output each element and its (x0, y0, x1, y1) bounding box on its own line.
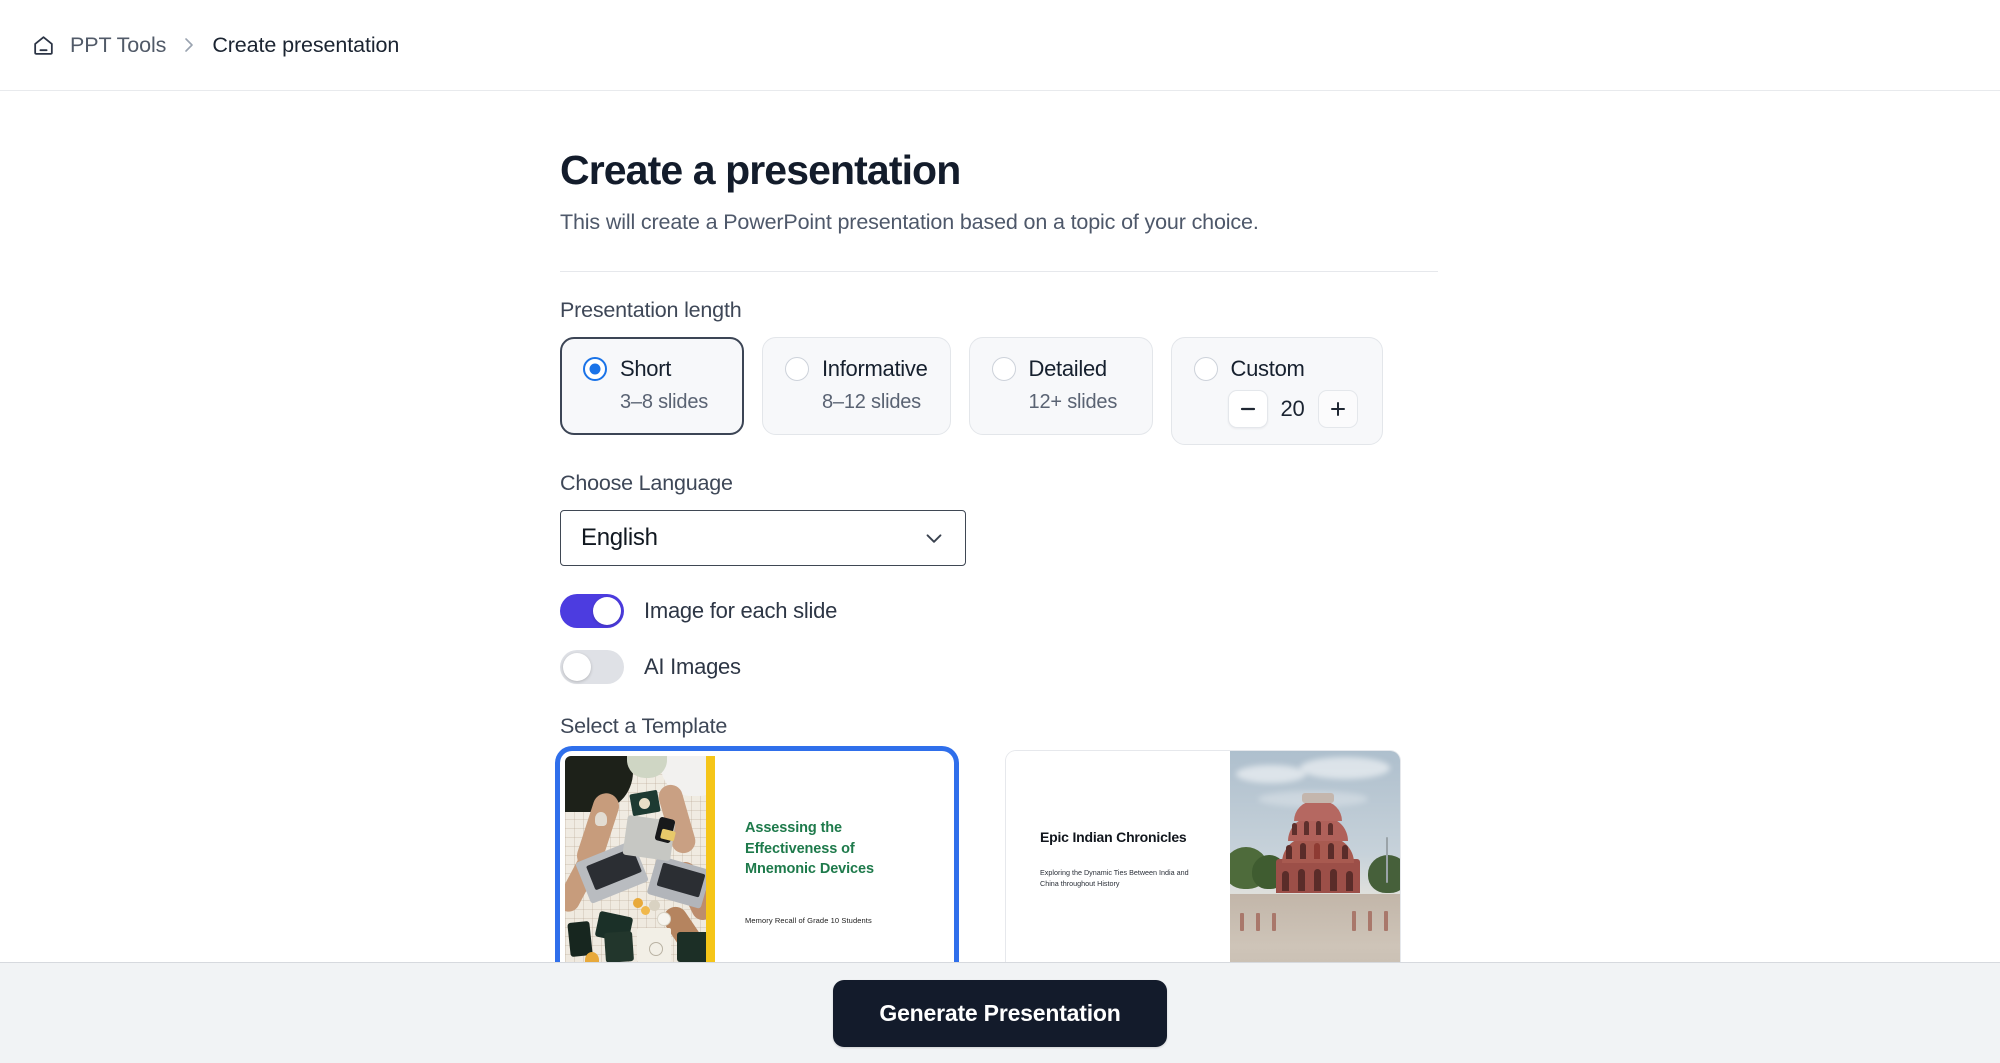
breadcrumb-root-link[interactable]: PPT Tools (70, 33, 166, 58)
template-a-subtitle: Memory Recall of Grade 10 Students (745, 915, 872, 925)
increment-button[interactable] (1317, 390, 1358, 429)
breadcrumb: PPT Tools Create presentation (30, 32, 399, 58)
language-select[interactable]: English (560, 510, 966, 567)
template-b-photo (1230, 751, 1400, 962)
template-a-text: Assessing the Effectiveness of Mnemonic … (715, 756, 949, 962)
toggle-knob (563, 653, 591, 682)
length-option-detailed-detail: 12+ slides (1028, 391, 1118, 414)
custom-slide-count-stepper: 20 (1227, 390, 1360, 429)
toggle-row-ai-images: AI Images (560, 650, 1440, 685)
generate-presentation-button[interactable]: Generate Presentation (833, 979, 1167, 1047)
length-option-custom[interactable]: Custom 20 (1170, 337, 1383, 446)
breadcrumb-current: Create presentation (212, 32, 400, 57)
radio-custom[interactable] (1193, 357, 1218, 382)
length-option-informative[interactable]: Informative 8–12 slides (762, 337, 951, 436)
header-divider (560, 271, 1438, 273)
app-header: PPT Tools Create presentation (0, 0, 2000, 91)
action-footer: Generate Presentation (0, 962, 2000, 1063)
radio-short[interactable] (583, 357, 607, 382)
length-option-informative-title: Informative (822, 356, 928, 382)
template-card-inner: Epic Indian Chronicles Exploring the Dyn… (1006, 751, 1400, 962)
template-card-epic-indian-chronicles[interactable]: Epic Indian Chronicles Exploring the Dyn… (1006, 751, 1400, 962)
language-select-value: English (581, 524, 658, 552)
custom-slide-count-value: 20 (1280, 396, 1305, 422)
page-title: Create a presentation (560, 147, 961, 193)
chevron-down-icon (921, 525, 947, 551)
toggle-ai-images[interactable] (560, 650, 624, 685)
template-a-title: Assessing the Effectiveness of Mnemonic … (745, 820, 874, 878)
toggle-knob (593, 597, 621, 626)
page-subtitle: This will create a PowerPoint presentati… (560, 210, 1259, 235)
content-scroll-area[interactable]: Create a presentation This will create a… (0, 91, 2000, 962)
length-option-informative-detail: 8–12 slides (822, 391, 921, 414)
length-option-custom-head: Custom (1193, 356, 1360, 382)
length-option-detailed-title: Detailed (1028, 356, 1108, 382)
length-option-short-title: Short (620, 356, 672, 382)
template-card-mnemonic-devices[interactable]: Assessing the Effectiveness of Mnemonic … (560, 751, 954, 962)
template-list: Assessing the Effectiveness of Mnemonic … (560, 751, 1440, 962)
toggle-image-for-each-slide-label: Image for each slide (644, 598, 838, 624)
presentation-length-label: Presentation length (560, 298, 742, 323)
radio-detailed[interactable] (991, 357, 1016, 382)
length-option-short-detail: 3–8 slides (620, 391, 709, 414)
template-a-photo (565, 756, 715, 962)
toggle-row-image-for-each-slide: Image for each slide (560, 594, 1440, 629)
form-container: Create a presentation This will create a… (560, 91, 1440, 962)
length-option-detailed-head: Detailed (991, 356, 1130, 382)
length-option-custom-title: Custom (1230, 356, 1305, 382)
template-a-accent-bar (706, 756, 715, 962)
length-option-detailed[interactable]: Detailed 12+ slides (968, 337, 1153, 436)
template-b-subtitle: Exploring the Dynamic Ties Between India… (1040, 868, 1189, 889)
template-card-inner: Assessing the Effectiveness of Mnemonic … (565, 756, 949, 962)
page-root: PPT Tools Create presentation Create a p… (0, 0, 2000, 1063)
chevron-right-icon (180, 35, 198, 55)
presentation-length-options: Short 3–8 slides Informative 8–12 slides… (560, 337, 1440, 446)
language-select-wrap: English (560, 510, 966, 567)
length-option-short-head: Short (583, 356, 721, 382)
toggle-ai-images-label: AI Images (644, 654, 741, 680)
choose-language-label: Choose Language (560, 471, 733, 496)
select-template-label: Select a Template (560, 714, 728, 739)
toggle-image-for-each-slide[interactable] (560, 594, 624, 629)
decrement-button[interactable] (1227, 390, 1268, 429)
radio-informative[interactable] (785, 357, 809, 382)
home-icon[interactable] (30, 32, 56, 58)
template-b-title: Epic Indian Chronicles (1040, 829, 1187, 846)
length-option-short[interactable]: Short 3–8 slides (560, 337, 744, 436)
length-option-informative-head: Informative (785, 356, 928, 382)
template-b-text: Epic Indian Chronicles Exploring the Dyn… (1006, 751, 1230, 962)
